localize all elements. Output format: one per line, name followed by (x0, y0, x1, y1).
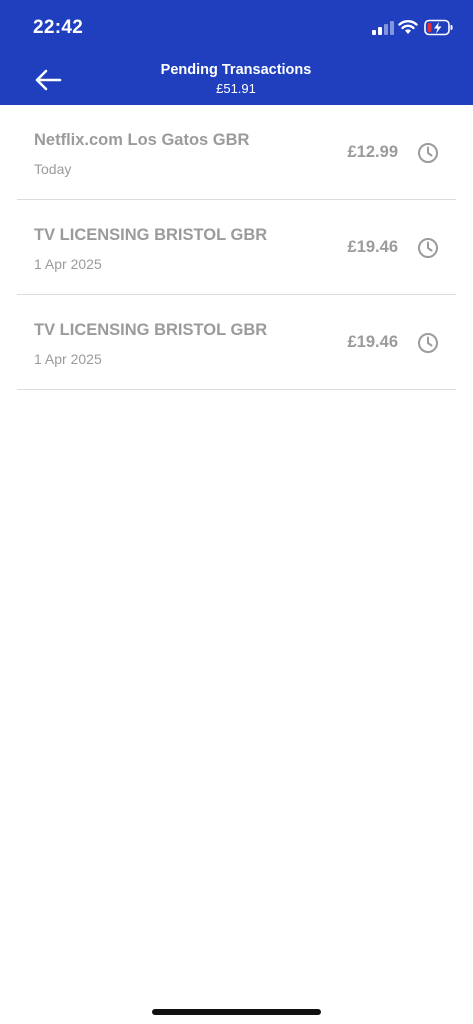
transaction-row[interactable]: TV LICENSING BRISTOL GBR 1 Apr 2025 £19.… (17, 295, 456, 390)
transaction-row[interactable]: Netflix.com Los Gatos GBR Today £12.99 (17, 105, 456, 200)
transaction-amount: £19.46 (347, 238, 398, 256)
page-title: Pending Transactions (160, 62, 312, 78)
transaction-merchant: TV LICENSING BRISTOL GBR (34, 226, 268, 244)
wifi-icon (398, 20, 418, 34)
clock-icon (418, 333, 438, 353)
app-header: 22:42 Pending Transactions £51.91 (0, 0, 473, 105)
arrow-left-icon (35, 69, 62, 91)
status-bar: 22:42 (0, 0, 473, 54)
transaction-list: Netflix.com Los Gatos GBR Today £12.99 T… (17, 105, 456, 390)
home-indicator[interactable] (152, 1009, 321, 1015)
cellular-signal-icon (372, 21, 394, 35)
transaction-date: 1 Apr 2025 (34, 351, 102, 367)
transaction-date: Today (34, 161, 72, 177)
back-button[interactable] (28, 62, 68, 98)
transaction-amount: £19.46 (347, 333, 398, 351)
pending-total: £51.91 (216, 81, 256, 96)
transaction-date: 1 Apr 2025 (34, 256, 102, 272)
clock-icon (418, 143, 438, 163)
transaction-row[interactable]: TV LICENSING BRISTOL GBR 1 Apr 2025 £19.… (17, 200, 456, 295)
battery-charging-icon (424, 19, 453, 36)
page-title-block: Pending Transactions £51.91 (86, 62, 386, 97)
transaction-merchant: TV LICENSING BRISTOL GBR (34, 321, 268, 339)
status-time: 22:42 (33, 17, 84, 38)
transaction-merchant: Netflix.com Los Gatos GBR (34, 131, 250, 149)
transaction-amount: £12.99 (347, 143, 398, 161)
clock-icon (418, 238, 438, 258)
